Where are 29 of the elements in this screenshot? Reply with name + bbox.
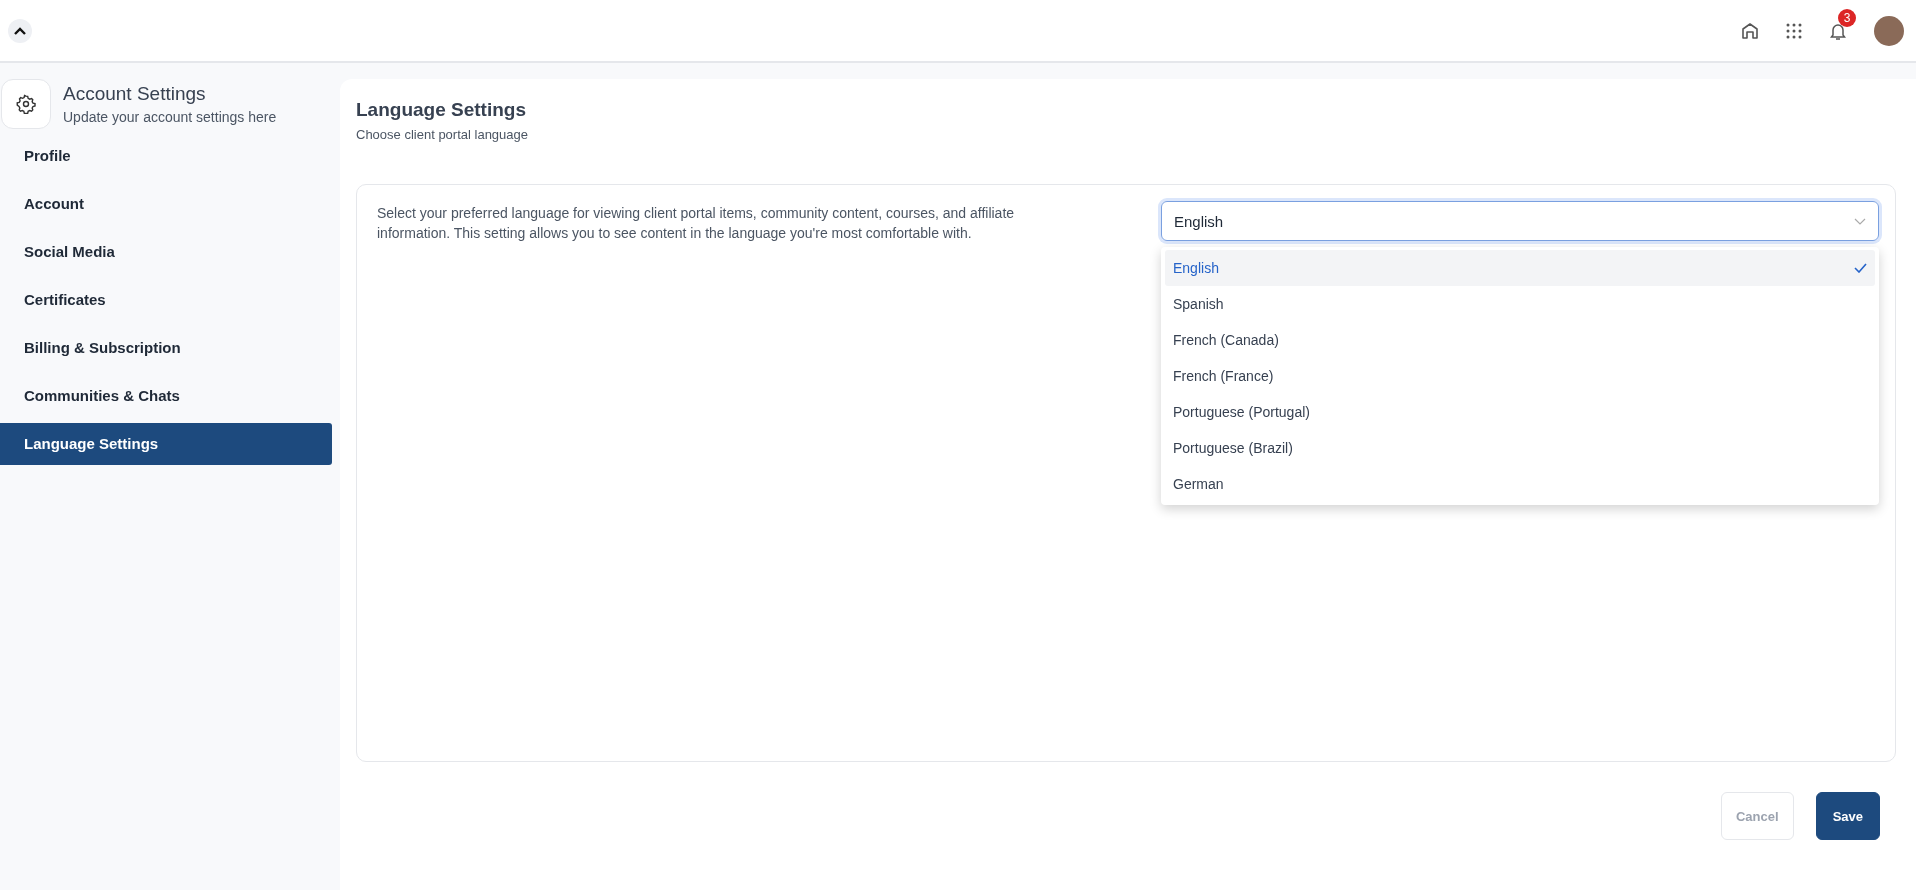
dropdown-option[interactable]: French (Canada) — [1165, 322, 1875, 358]
sidebar-item[interactable]: Social Media — [0, 231, 332, 273]
chevron-down-icon — [1854, 217, 1866, 225]
home-icon[interactable] — [1740, 20, 1760, 41]
sidebar-item[interactable]: Certificates — [0, 279, 332, 321]
action-button[interactable]: Save — [1815, 792, 1880, 840]
dropdown-option[interactable]: Portuguese (Brazil) — [1165, 430, 1875, 466]
page-title: Language Settings — [356, 99, 527, 121]
dropdown-option[interactable]: English — [1165, 250, 1875, 286]
dropdown-option[interactable]: German — [1165, 466, 1875, 502]
logo-icon[interactable] — [8, 18, 32, 43]
apps-grid-icon[interactable] — [1786, 22, 1802, 39]
sidebar-item[interactable]: Language Settings — [0, 423, 332, 465]
sidebar-item[interactable]: Account — [0, 183, 332, 225]
dropdown-option[interactable]: French (France) — [1165, 358, 1875, 394]
page-subtitle: Choose client portal language — [356, 127, 529, 142]
dropdown-option[interactable]: Spanish — [1165, 286, 1875, 322]
dropdown-option[interactable]: Portuguese (Portugal) — [1165, 394, 1875, 430]
avatar[interactable] — [1874, 15, 1904, 46]
check-icon — [1854, 263, 1867, 273]
sidebar-item[interactable]: Communities & Chats — [0, 375, 332, 417]
settings-icon — [16, 94, 36, 114]
sidebar-item[interactable]: Billing & Subscription — [0, 327, 332, 369]
description-text: Select your preferred language for viewing client portal items, community content, courses, and affiliate information. This setting allows you to see content in the language you're most comfortable with. — [377, 204, 1016, 243]
sidebar-item[interactable]: Profile — [0, 135, 332, 177]
sidebar-subtitle: Update your account settings here — [63, 109, 277, 125]
sidebar-title: Account Settings — [63, 83, 207, 105]
notification-count: 3 — [1838, 8, 1856, 27]
language-select[interactable]: English — [1161, 201, 1879, 241]
